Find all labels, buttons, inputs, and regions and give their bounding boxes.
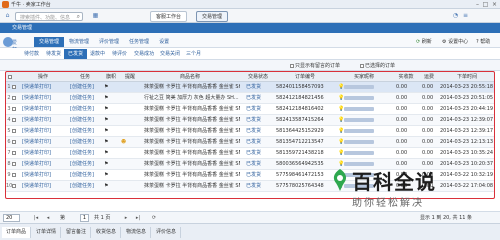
- tab-service-workbench[interactable]: 客服工作台: [150, 11, 188, 22]
- tab-notes[interactable]: 留言备注: [62, 227, 92, 238]
- title-bar: 千牛 · 卖家工作台 – □ ×: [0, 0, 500, 9]
- subtab-pending-payment[interactable]: 待付款: [20, 49, 43, 59]
- nav-trade-management[interactable]: 交易管理: [34, 37, 65, 47]
- help-icon: ?: [476, 39, 479, 45]
- page-label: 第: [60, 215, 66, 221]
- window-title: 千牛 · 卖家工作台: [11, 2, 51, 8]
- qianniu-logo-icon: [2, 1, 9, 8]
- refresh-icon: ⟳: [416, 39, 421, 45]
- nav-tasks[interactable]: 任务管理: [124, 37, 154, 47]
- watermark-title: 百科全说: [352, 170, 436, 194]
- current-page-input[interactable]: 1: [80, 214, 89, 222]
- panel-title: 交易管理: [0, 23, 500, 33]
- order-status-subnav: 待付款 待发货 已发货 退款中 待评价 交易成功 交易关闭 三个月: [0, 48, 500, 60]
- filter-bar: 只显示有留言的订单 已选择的订单: [0, 60, 500, 71]
- filter-has-message[interactable]: 只显示有留言的订单: [290, 62, 340, 70]
- gear-icon: ⚙: [442, 39, 447, 45]
- baike-logo-icon: [333, 169, 347, 191]
- maximize-icon[interactable]: □: [482, 1, 489, 8]
- workspace-tabbar: ⌂ 搜索插件、功能、信息 ⌕ ▦ 客服工作台 交易管理 ◔ ≡: [0, 9, 500, 23]
- help-label: 帮助: [480, 39, 491, 45]
- tab-logistics-info[interactable]: 物流信息: [122, 227, 152, 238]
- subtab-pending-review[interactable]: 待评价: [108, 49, 131, 59]
- subtab-refunding[interactable]: 退款中: [86, 49, 109, 59]
- checkbox-icon[interactable]: [360, 63, 364, 68]
- prev-page-icon[interactable]: ◂: [44, 214, 52, 222]
- refresh-page-icon[interactable]: ⟳: [150, 214, 158, 222]
- first-page-icon[interactable]: |◂: [32, 214, 40, 222]
- nav-logistics[interactable]: 物流管理: [64, 37, 94, 47]
- tab-shipping-info[interactable]: 收货信息: [92, 227, 122, 238]
- nav-review[interactable]: 评价管理: [94, 37, 124, 47]
- minimize-icon[interactable]: –: [474, 1, 481, 8]
- subtab-shipped[interactable]: 已发货: [64, 49, 88, 59]
- nav-settings[interactable]: 设置: [154, 37, 174, 47]
- next-page-icon[interactable]: ▸: [122, 214, 130, 222]
- refresh-label: 刷新: [421, 39, 432, 45]
- home-icon[interactable]: ⌂: [4, 12, 11, 19]
- tab-order-items[interactable]: 订单商品: [2, 227, 32, 238]
- search-input[interactable]: 搜索插件、功能、信息 ⌕: [15, 12, 83, 21]
- filter-selected-label: 已选择的订单: [365, 63, 396, 69]
- subtab-three-months[interactable]: 三个月: [182, 49, 205, 59]
- filter-has-message-label: 只显示有留言的订单: [295, 63, 341, 69]
- checkbox-icon[interactable]: [290, 63, 294, 68]
- watermark: 百科全说 助你轻松解决: [330, 166, 490, 216]
- refresh-button[interactable]: ⟳ 刷新: [416, 38, 432, 46]
- main-nav: 交易管理 物流管理 评价管理 任务管理 设置: [34, 37, 174, 47]
- tab-order-detail[interactable]: 订单详情: [32, 227, 62, 238]
- settings-label: 设置中心: [448, 39, 469, 45]
- subtab-success[interactable]: 交易成功: [130, 49, 158, 59]
- page-size-select[interactable]: 20: [3, 214, 20, 222]
- bell-icon[interactable]: ◔: [452, 12, 459, 19]
- tab-trade-management[interactable]: 交易管理: [196, 11, 229, 22]
- watermark-subtitle: 助你轻松解决: [352, 198, 424, 209]
- search-placeholder: 搜索插件、功能、信息: [20, 15, 71, 21]
- close-icon[interactable]: ×: [491, 1, 498, 8]
- subtab-closed[interactable]: 交易关闭: [156, 49, 184, 59]
- subtab-pending-shipment[interactable]: 待发货: [42, 49, 65, 59]
- brand-logo: 爱打印: [3, 37, 19, 60]
- last-page-icon[interactable]: ▸|: [134, 214, 142, 222]
- menu-icon[interactable]: ≡: [462, 12, 469, 19]
- total-pages: 共 1 页: [94, 215, 111, 221]
- grid-icon[interactable]: ▦: [92, 12, 99, 19]
- settings-center-button[interactable]: ⚙ 设置中心: [442, 38, 468, 46]
- pagination-summary: 显示 1 到 20, 共 11 条: [420, 215, 473, 221]
- help-button[interactable]: ? 帮助: [476, 38, 490, 46]
- detail-tabs: 订单商品 订单详情 留言备注 收货信息 物流信息 评价信息: [0, 223, 500, 240]
- tab-review-info[interactable]: 评价信息: [152, 227, 182, 238]
- search-icon[interactable]: ⌕: [77, 13, 80, 21]
- filter-selected[interactable]: 已选择的订单: [360, 62, 395, 70]
- pagination-bar: 20 |◂ ◂ 第 1 共 1 页 ▸ ▸| ⟳ 显示 1 到 20, 共 11…: [0, 211, 500, 223]
